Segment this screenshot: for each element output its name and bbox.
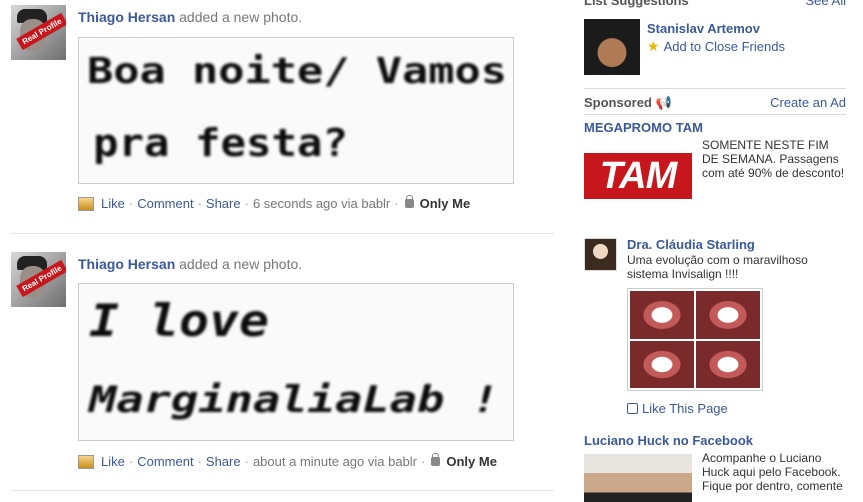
section-divider	[584, 88, 846, 89]
photo-text-line-2: pra festa?	[93, 121, 348, 165]
author-avatar[interactable]: Real Profile	[11, 252, 66, 307]
comment-link[interactable]: Comment	[137, 196, 193, 211]
separator-dot: ·	[244, 454, 249, 469]
news-feed: Real Profile Thiago Hersan added a new p…	[0, 0, 560, 502]
story-photo[interactable]: I love MarginaliaLab !	[78, 283, 514, 441]
photo-text-line-2: MarginaliaLab !	[88, 380, 499, 421]
section-divider	[584, 114, 846, 115]
separator-dot: ·	[421, 454, 426, 469]
suggestion-avatar[interactable]	[584, 19, 640, 75]
ad-body-text: Uma evolução com o maravilhoso sistema I…	[627, 253, 808, 281]
feed-story: Real Profile Thiago Hersan added a new p…	[0, 0, 560, 232]
ad-title-link[interactable]: MEGAPROMO TAM	[584, 120, 703, 135]
list-suggestions-title: List Suggestions	[584, 0, 689, 8]
lock-icon	[431, 453, 441, 466]
like-link[interactable]: Like	[101, 196, 125, 211]
sponsored-header: Sponsored 📢 Create an Ad	[584, 95, 846, 111]
see-all-link[interactable]: See All	[806, 0, 846, 8]
like-this-page-link[interactable]: Like This Page	[627, 401, 728, 416]
right-rail: List Suggestions See All Stanislav Artem…	[584, 0, 846, 502]
ad-image-tile	[630, 291, 694, 339]
photo-text-line-1: I love	[89, 296, 269, 347]
megaphone-icon: 📢	[655, 95, 672, 110]
audience-selector[interactable]: Only Me	[420, 196, 471, 211]
tam-logo[interactable]: TAM	[584, 153, 692, 199]
photo-text-line-1: Boa noite/ Vamos	[87, 51, 507, 92]
list-suggestions-header: List Suggestions See All	[584, 0, 846, 8]
thumbs-up-icon	[627, 403, 638, 414]
ad-image-tile	[630, 340, 694, 388]
create-ad-link[interactable]: Create an Ad	[770, 95, 846, 111]
comment-link[interactable]: Comment	[137, 454, 193, 469]
separator-dot: ·	[244, 196, 249, 211]
story-action-text: added a new photo.	[179, 256, 303, 272]
share-link[interactable]: Share	[206, 196, 241, 211]
share-link[interactable]: Share	[206, 454, 241, 469]
author-avatar[interactable]: Real Profile	[11, 5, 66, 60]
bablr-app-icon	[78, 196, 94, 211]
lock-icon	[404, 195, 414, 208]
author-name-link[interactable]: Thiago Hersan	[78, 256, 175, 272]
separator-dot: ·	[394, 196, 399, 211]
audience-selector[interactable]: Only Me	[446, 454, 497, 469]
ad-image-tile	[696, 340, 760, 388]
feed-story: Real Profile Thiago Hersan added a new p…	[0, 245, 560, 485]
separator-dot: ·	[197, 196, 202, 211]
timestamp-link[interactable]: 6 seconds ago via bablr	[253, 196, 390, 211]
story-header: Thiago Hersan added a new photo.	[78, 256, 302, 272]
like-link[interactable]: Like	[101, 454, 125, 469]
story-photo[interactable]: Boa noite/ Vamos pra festa?	[78, 37, 514, 184]
story-actions: Like · Comment · Share · about a minute …	[78, 453, 497, 469]
story-header: Thiago Hersan added a new photo.	[78, 9, 302, 25]
sponsored-title: Sponsored	[584, 95, 652, 110]
ad-image[interactable]	[627, 288, 763, 391]
ad-title-link[interactable]: Luciano Huck no Facebook	[584, 433, 753, 448]
story-divider	[11, 233, 554, 234]
author-name-link[interactable]: Thiago Hersan	[78, 9, 175, 25]
ad-title-link[interactable]: Dra. Cláudia Starling	[627, 237, 755, 252]
story-actions: Like · Comment · Share · 6 seconds ago v…	[78, 195, 471, 211]
bablr-app-icon	[78, 454, 94, 469]
ad-image[interactable]	[584, 454, 692, 502]
separator-dot: ·	[128, 196, 134, 211]
story-action-text: added a new photo.	[179, 9, 303, 25]
separator-dot: ·	[197, 454, 202, 469]
add-to-close-friends-link[interactable]: ★ Add to Close Friends	[647, 38, 785, 55]
ad-body-text: Acompanhe o Luciano Huck aqui pelo Faceb…	[702, 451, 843, 493]
ad-image-tile	[696, 291, 760, 339]
story-divider	[11, 490, 554, 491]
timestamp-link[interactable]: about a minute ago via bablr	[253, 454, 417, 469]
suggestion-name-link[interactable]: Stanislav Artemov	[647, 21, 760, 36]
star-icon: ★	[647, 38, 660, 54]
separator-dot: ·	[128, 454, 134, 469]
ad-body-text: SOMENTE NESTE FIM DE SEMANA. Passagens c…	[702, 138, 845, 180]
advertiser-avatar[interactable]	[584, 238, 617, 271]
